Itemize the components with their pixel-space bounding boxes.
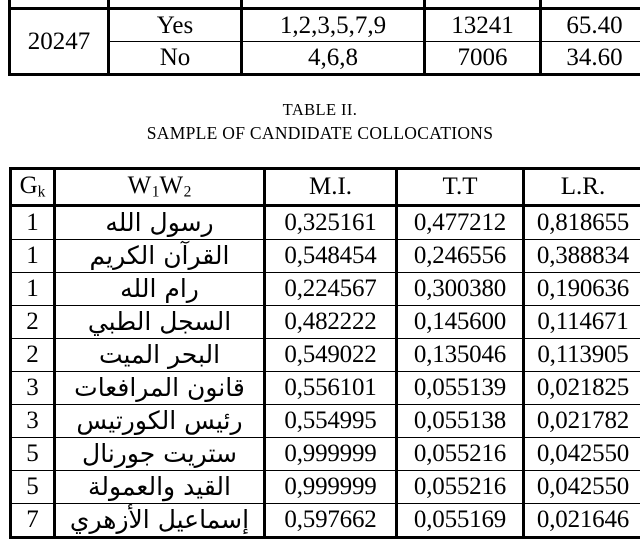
cell-tt: 0,477212 [397,206,524,240]
column-header-gk: Gk [11,169,55,206]
cell-mi: 0,482222 [265,306,397,339]
table-one-header-percent [541,0,640,9]
table-row: 1 رام الله 0,224567 0,300380 0,190636 [11,273,640,306]
cell-gk: 3 [11,372,55,405]
column-header-mi: M.I. [265,169,397,206]
table-one-cell-frequency: 7006 [425,42,541,75]
cell-lr: 0,021646 [524,504,640,538]
table-one-cell-percent: 65.40 [541,9,640,42]
cell-lr: 0,818655 [524,206,640,240]
table-row: 1 رسول الله 0,325161 0,477212 0,818655 [11,206,640,240]
column-header-gk-subscript: k [38,184,46,201]
table-one-cell-relevant: Yes [109,9,242,42]
cell-w1w2: القرآن الكريم [55,240,265,273]
cell-tt: 0,055169 [397,504,524,538]
cell-lr: 0,114671 [524,306,640,339]
column-header-tt: T.T [397,169,524,206]
table-one: 20247 Yes 1,2,3,5,7,9 13241 65.40 No 4,6… [8,0,640,76]
table-one-header-clusters [242,0,425,9]
cell-gk: 7 [11,504,55,538]
column-header-lr: L.R. [524,169,640,206]
cell-gk: 5 [11,471,55,504]
table-row: 1 القرآن الكريم 0,548454 0,246556 0,3888… [11,240,640,273]
cell-gk: 2 [11,306,55,339]
table-two: Gk W1W2 M.I. T.T L.R. 1 رسول الله 0,3251… [9,167,640,539]
cell-w1w2: رام الله [55,273,265,306]
table-row: 2 البحر الميت 0,549022 0,135046 0,113905 [11,339,640,372]
cell-tt: 0,135046 [397,339,524,372]
cell-tt: 0,055216 [397,438,524,471]
cell-w1w2: القيد والعمولة [55,471,265,504]
column-header-w1-text: W [128,172,152,199]
table-one-header-id [10,0,109,9]
cell-tt: 0,300380 [397,273,524,306]
table-one-cell-frequency: 13241 [425,9,541,42]
cell-tt: 0,246556 [397,240,524,273]
cell-w1w2: السجل الطبي [55,306,265,339]
cell-w1w2: إسماعيل الأزهري [55,504,265,538]
cell-tt: 0,055138 [397,405,524,438]
table-one-cell-percent: 34.60 [541,42,640,75]
table-two-header-row: Gk W1W2 M.I. T.T L.R. [11,169,640,206]
table-title-label: SAMPLE OF CANDIDATE COLLOCATIONS [0,122,640,145]
cell-mi: 0,556101 [265,372,397,405]
cell-lr: 0,042550 [524,438,640,471]
table-one-container: 20247 Yes 1,2,3,5,7,9 13241 65.40 No 4,6… [8,0,632,76]
cell-w1w2: ستريت جورنال [55,438,265,471]
cell-mi: 0,548454 [265,240,397,273]
cell-mi: 0,224567 [265,273,397,306]
table-two-caption: TABLE II. SAMPLE OF CANDIDATE COLLOCATIO… [0,100,640,144]
cell-lr: 0,190636 [524,273,640,306]
cell-tt: 0,055139 [397,372,524,405]
table-row: 5 القيد والعمولة 0,999999 0,055216 0,042… [11,471,640,504]
cell-mi: 0,999999 [265,438,397,471]
cell-w1w2: رسول الله [55,206,265,240]
column-header-gk-text: G [20,172,38,199]
cell-mi: 0,325161 [265,206,397,240]
cell-mi: 0,597662 [265,504,397,538]
table-row: 20247 Yes 1,2,3,5,7,9 13241 65.40 [10,9,640,42]
table-two-container: Gk W1W2 M.I. T.T L.R. 1 رسول الله 0,3251… [9,167,632,539]
cell-mi: 0,554995 [265,405,397,438]
column-header-w1-subscript: 1 [152,184,160,201]
table-one-header-frequency [425,0,541,9]
table-one-header-relevant [109,0,242,9]
cell-gk: 1 [11,206,55,240]
cell-lr: 0,021782 [524,405,640,438]
cell-w1w2: رئيس الكورتيس [55,405,265,438]
cell-gk: 3 [11,405,55,438]
column-header-w1w2: W1W2 [55,169,265,206]
table-one-cell-clusters: 4,6,8 [242,42,425,75]
table-one-cell-id: 20247 [10,9,109,75]
table-one-cell-clusters: 1,2,3,5,7,9 [242,9,425,42]
table-number-label: TABLE II. [0,100,640,121]
cell-tt: 0,055216 [397,471,524,504]
column-header-w2-text: W [160,172,184,199]
cell-lr: 0,113905 [524,339,640,372]
cell-lr: 0,021825 [524,372,640,405]
cell-gk: 1 [11,273,55,306]
cell-w1w2: البحر الميت [55,339,265,372]
cell-gk: 1 [11,240,55,273]
cell-gk: 5 [11,438,55,471]
cell-mi: 0,999999 [265,471,397,504]
cell-lr: 0,042550 [524,471,640,504]
cell-mi: 0,549022 [265,339,397,372]
table-row: 7 إسماعيل الأزهري 0,597662 0,055169 0,02… [11,504,640,538]
table-row: 2 السجل الطبي 0,482222 0,145600 0,114671 [11,306,640,339]
cell-gk: 2 [11,339,55,372]
cell-lr: 0,388834 [524,240,640,273]
table-row: 5 ستريت جورنال 0,999999 0,055216 0,04255… [11,438,640,471]
table-one-header-row [10,0,640,9]
column-header-w2-subscript: 2 [184,184,192,201]
table-one-cell-relevant: No [109,42,242,75]
cell-tt: 0,145600 [397,306,524,339]
table-row: 3 رئيس الكورتيس 0,554995 0,055138 0,0217… [11,405,640,438]
cell-w1w2: قانون المرافعات [55,372,265,405]
table-row: 3 قانون المرافعات 0,556101 0,055139 0,02… [11,372,640,405]
table-two-body: 1 رسول الله 0,325161 0,477212 0,818655 1… [11,206,640,538]
